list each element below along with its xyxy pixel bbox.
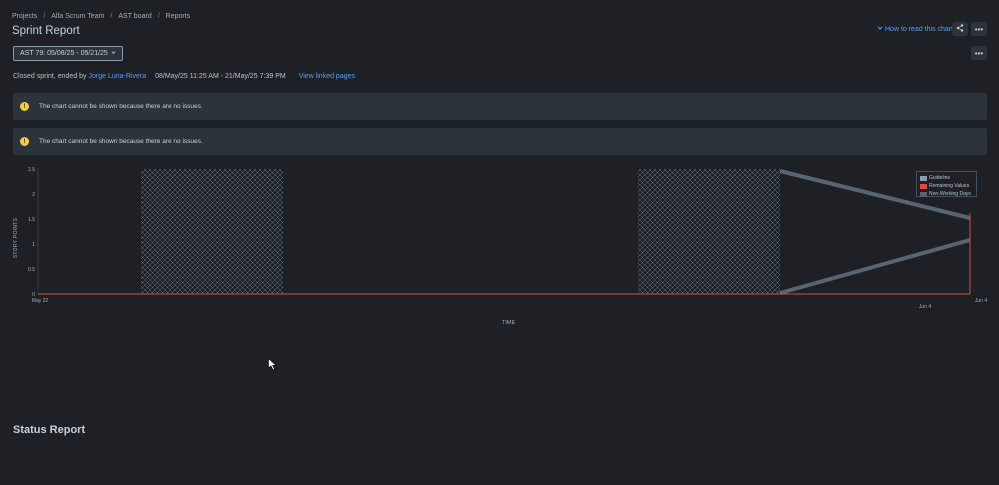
y-tick-label: 0.5 (28, 267, 35, 273)
burndown-chart: 00.511.522.5 May 22Jun 4Jun 4 (28, 167, 987, 310)
mouse-cursor-icon (268, 357, 277, 373)
legend-swatch (920, 175, 927, 181)
non-working-days (141, 169, 780, 294)
x-tick-label: Jun 4 (919, 304, 931, 310)
legend-label: Non-Working Days (929, 191, 971, 197)
x-axis-title: TIME (502, 320, 516, 326)
legend-item: Remaining Values (920, 182, 973, 190)
x-tick-label: Jun 4 (975, 298, 987, 304)
legend-label: Remaining Values (929, 183, 970, 189)
legend-item: Guideline (920, 174, 973, 182)
y-tick-label: 1 (32, 242, 35, 248)
legend-swatch (920, 191, 927, 197)
legend-item: Non-Working Days (920, 190, 973, 198)
chart-legend: Guideline Remaining Values Non-Working D… (916, 171, 977, 197)
legend-label: Guideline (929, 175, 951, 181)
y-tick-label: 2.5 (28, 167, 35, 173)
y-tick-label: 1.5 (28, 217, 35, 223)
x-tick-label: May 22 (32, 298, 49, 304)
status-report-title: Status Report (13, 424, 86, 436)
y-tick-label: 2 (32, 192, 35, 198)
legend-swatch (920, 183, 927, 189)
non-working-band (141, 169, 283, 294)
y-axis-title: STORY POINTS (13, 217, 19, 259)
guideline-line (779, 238, 971, 295)
non-working-band (638, 169, 780, 294)
